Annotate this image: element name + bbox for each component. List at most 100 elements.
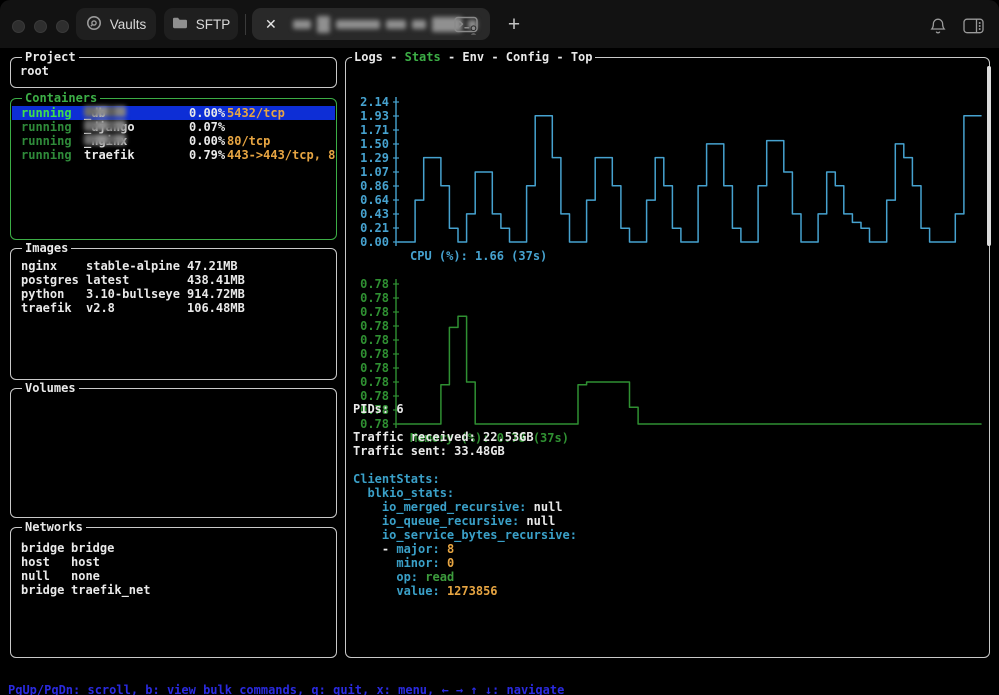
stats-detail-line [353,458,577,472]
redacted-text-block [412,20,426,29]
stats-panel-scrollbar[interactable] [987,66,991,246]
networks-panel[interactable]: Networks bridgebridgehosthostnullnonebri… [10,527,337,658]
new-tab-button[interactable]: + [501,12,527,38]
stats-detail-line: ClientStats: [353,472,577,486]
network-driver: bridge [21,583,64,597]
yaxis-tick-label: 0.78 [348,305,389,319]
tab-separator: - [549,50,571,64]
yaxis-tick-label: 0.78 [348,361,389,375]
tab-separator: - [441,50,463,64]
redacted-text-block [336,20,380,29]
image-size: 438.41MB [187,273,245,287]
container-name: _db [84,106,106,120]
termius-window: Vaults SFTP ✕ [0,0,999,695]
image-size: 106.48MB [187,301,245,315]
container-status: running [21,106,72,120]
yaxis-tick-label: 0.78 [348,347,389,361]
yaxis-tick-label: 1.50 [348,137,389,151]
yaxis-tick-label: 1.71 [348,123,389,137]
containers-panel[interactable]: Containers running_db0.00%5432/tcprunnin… [10,98,337,240]
status-bar: PgUp/PgDn: scroll, b: view bulk commands… [0,666,999,682]
container-row[interactable]: running_django0.07% [12,120,335,134]
tab-divider [245,14,246,35]
container-cpu: 0.79% [189,148,225,162]
yaxis-tick-label: 1.29 [348,151,389,165]
network-row[interactable]: nullnone [12,569,335,583]
toggle-side-panel-icon[interactable] [963,18,984,39]
tab-terminal-active[interactable]: ✕ [252,8,490,40]
titlebar: Vaults SFTP ✕ [0,0,999,48]
yaxis-tick-label: 2.14 [348,95,389,109]
container-ports: 80/tcp [227,134,337,148]
redacted-container-name [84,120,126,131]
containers-list: running_db0.00%5432/tcprunning_django0.0… [12,106,335,162]
notifications-bell-icon[interactable] [929,17,947,40]
network-row[interactable]: bridgetraefik_net [12,583,335,597]
yaxis-tick-label: 0.78 [348,319,389,333]
tab-separator: - [383,50,405,64]
yaxis-tick-label: 0.43 [348,207,389,221]
image-name: postgres [21,273,79,287]
images-list: nginxstable-alpine47.21MBpostgreslatest4… [12,259,335,315]
tab-sftp-label: SFTP [196,17,231,32]
container-name: traefik [84,148,135,162]
image-row[interactable]: nginxstable-alpine47.21MB [12,259,335,273]
stats-detail-line: PIDs: 6 [353,402,577,416]
yaxis-tick-label: 0.86 [348,179,389,193]
terminal-host-icon [454,16,480,38]
tab-stats[interactable]: Stats [405,50,441,64]
images-panel[interactable]: Images nginxstable-alpine47.21MBpostgres… [10,248,337,380]
cpu-chart-caption: CPU (%): 1.66 (37s) [410,249,547,263]
redacted-container-name [84,106,126,117]
stats-detail-line: - major: 8 [353,542,577,556]
network-driver: null [21,569,50,583]
stats-panel[interactable]: Logs - Stats - Env - Config - Top 2.141.… [345,57,990,658]
redacted-text-block [386,20,406,29]
tab-top[interactable]: Top [571,50,593,64]
tab-separator: - [484,50,506,64]
stats-detail-line: minor: 0 [353,556,577,570]
project-panel-title: Project [22,50,79,64]
zoom-window-button[interactable] [56,20,69,33]
project-panel[interactable]: Project root [10,57,337,88]
yaxis-tick-label: 1.93 [348,109,389,123]
close-tab-icon[interactable]: ✕ [265,16,277,33]
close-window-button[interactable] [12,20,25,33]
container-status: running [21,134,72,148]
tab-config[interactable]: Config [506,50,549,64]
volumes-panel-title: Volumes [22,381,79,395]
image-tag: 3.10-bullseye [86,287,180,301]
stats-panel-tabs: Logs - Stats - Env - Config - Top [352,50,595,64]
network-row[interactable]: bridgebridge [12,541,335,555]
image-name: traefik [21,301,72,315]
container-row[interactable]: running_nginx0.00%80/tcp [12,134,335,148]
stats-detail-line: Traffic received: 22.53GB [353,430,577,444]
yaxis-tick-label: 0.78 [348,389,389,403]
image-row[interactable]: traefikv2.8106.48MB [12,301,335,315]
networks-list: bridgebridgehosthostnullnonebridgetraefi… [12,541,335,597]
container-status: running [21,148,72,162]
image-row[interactable]: python3.10-bullseye914.72MB [12,287,335,301]
tab-vaults[interactable]: Vaults [76,8,156,40]
container-row[interactable]: runningtraefik0.79%443->443/tcp, 8 [12,148,335,162]
container-row[interactable]: running_db0.00%5432/tcp [12,106,335,120]
yaxis-tick-label: 0.00 [348,235,389,249]
image-row[interactable]: postgreslatest438.41MB [12,273,335,287]
volumes-panel[interactable]: Volumes [10,388,337,518]
redacted-text-block [293,20,311,29]
containers-panel-title: Containers [22,91,100,105]
project-name: root [20,64,49,78]
image-tag: stable-alpine [86,259,180,273]
tab-logs[interactable]: Logs [354,50,383,64]
network-row[interactable]: hosthost [12,555,335,569]
container-cpu: 0.00% [189,134,225,148]
networks-panel-title: Networks [22,520,86,534]
tab-env[interactable]: Env [462,50,484,64]
stats-detail-line: io_merged_recursive: null [353,500,577,514]
folder-icon [172,16,188,33]
tab-sftp[interactable]: SFTP [164,8,238,40]
yaxis-tick-label: 0.78 [348,291,389,305]
minimize-window-button[interactable] [34,20,47,33]
stats-detail-line [353,416,577,430]
vaults-icon [86,15,102,34]
